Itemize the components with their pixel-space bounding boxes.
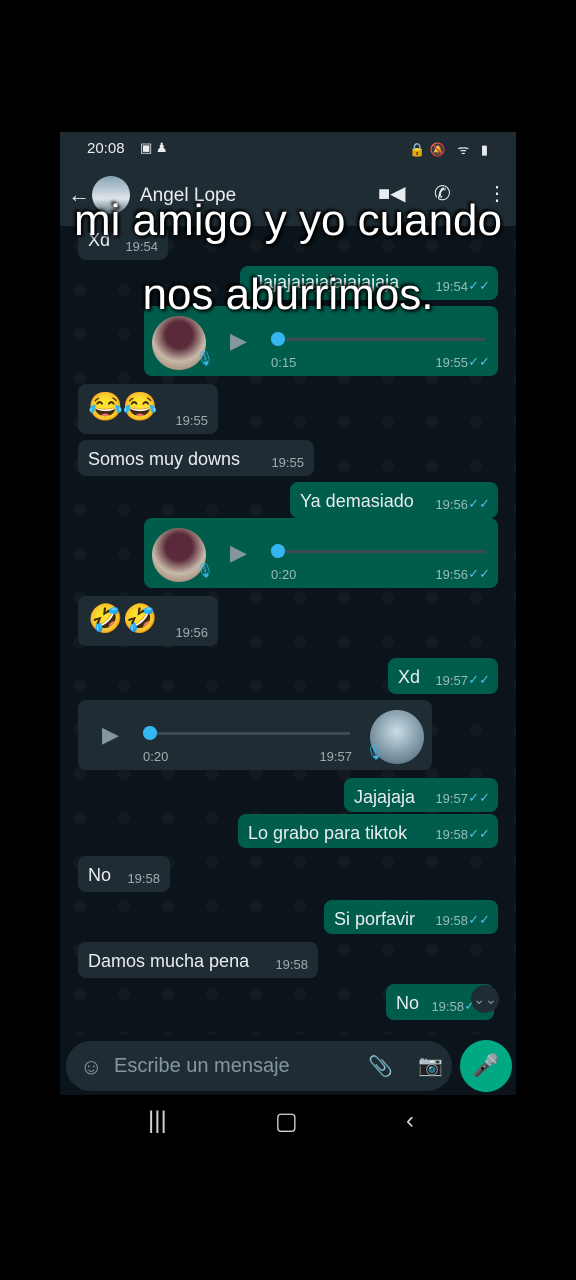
message-time: 19:55 (435, 355, 468, 370)
message-text: Lo grabo para tiktok (248, 823, 408, 843)
mic-icon: 🎙 (366, 744, 384, 760)
message-text: Xd (398, 667, 421, 687)
message-emoji: 😂😂 (88, 391, 158, 422)
message-incoming[interactable]: 🤣🤣 19:56 (78, 596, 218, 646)
message-emoji: 🤣🤣 (88, 603, 158, 634)
read-ticks-icon: ✓✓ (468, 826, 490, 841)
message-time: 19:58 (431, 999, 464, 1014)
message-incoming[interactable]: No 19:58 (78, 856, 170, 892)
recent-apps-icon[interactable]: ||| (148, 1107, 167, 1135)
voice-progress-track[interactable] (154, 732, 350, 735)
message-outgoing[interactable]: Jajajaja 19:57 ✓✓ (344, 778, 498, 812)
read-ticks-icon: ✓✓ (468, 566, 490, 581)
screen: 20:08 ▣ ♟ 🔒🔕 ᯤ ▮ ← Angel Lope ■◀ ✆ ⋮ Xd … (0, 0, 576, 1280)
play-icon[interactable]: ▶ (102, 722, 119, 748)
voice-progress-handle[interactable] (271, 332, 285, 346)
message-time: 19:57 (435, 673, 468, 688)
mic-icon: 🎙 (196, 350, 214, 366)
message-text: Jajajaja (354, 787, 416, 807)
message-time: 19:55 (175, 413, 208, 428)
scroll-down-icon[interactable]: ⌄⌄ (471, 985, 499, 1013)
voice-progress-track[interactable] (278, 338, 486, 341)
camera-icon[interactable]: 📷 (418, 1053, 443, 1078)
message-input-field[interactable]: ☺ 📎 📷 (66, 1041, 452, 1091)
voice-progress-track[interactable] (278, 550, 486, 553)
message-text: Damos mucha pena (88, 951, 250, 971)
message-outgoing[interactable]: Lo grabo para tiktok 19:58 ✓✓ (238, 814, 498, 848)
message-time: 19:58 (127, 871, 160, 886)
message-time: 19:58 (435, 827, 468, 842)
message-outgoing[interactable]: Xd 19:57 ✓✓ (388, 658, 498, 694)
message-time: 19:56 (175, 625, 208, 640)
voice-progress-handle[interactable] (143, 726, 157, 740)
back-nav-icon[interactable]: ‹ (406, 1107, 414, 1135)
message-incoming[interactable]: 😂😂 19:55 (78, 384, 218, 434)
message-time: 19:58 (275, 957, 308, 972)
message-time: 19:56 (435, 567, 468, 582)
message-outgoing[interactable]: Ya demasiado 19:56 ✓✓ (290, 482, 498, 518)
voice-record-button[interactable]: 🎤 (460, 1040, 512, 1092)
message-list[interactable]: Xd 19:54 Jajajajajajajajajaja 19:54 ✓✓ 🎙… (60, 226, 516, 1035)
play-icon[interactable]: ▶ (230, 328, 247, 354)
message-text: No (88, 865, 112, 885)
message-outgoing[interactable]: Si porfavir 19:58 ✓✓ (324, 900, 498, 934)
home-icon[interactable]: ▢ (275, 1107, 298, 1136)
emoji-icon[interactable]: ☺ (80, 1054, 102, 1080)
status-time: 20:08 (87, 140, 125, 157)
read-ticks-icon: ✓✓ (468, 912, 490, 927)
android-nav-bar: ||| ▢ ‹ (0, 1095, 576, 1155)
system-icons: 🔒🔕 ᯤ ▮ (409, 142, 492, 157)
voice-duration: 0:20 (143, 749, 169, 764)
voice-duration: 0:15 (271, 355, 297, 370)
message-text: No (396, 993, 420, 1013)
voice-duration: 0:20 (271, 567, 297, 582)
voice-message-incoming[interactable]: ▶ 0:20 19:57 🎙 (78, 700, 432, 770)
message-input[interactable] (114, 1051, 354, 1081)
voice-message-outgoing[interactable]: 🎙 ▶ 0:20 19:56 ✓✓ (144, 518, 498, 588)
message-time: 19:58 (435, 913, 468, 928)
voice-progress-handle[interactable] (271, 544, 285, 558)
message-time: 19:56 (435, 497, 468, 512)
message-incoming[interactable]: Somos muy downs 19:55 (78, 440, 314, 476)
message-text: Somos muy downs (88, 449, 241, 469)
read-ticks-icon: ✓✓ (468, 354, 490, 369)
mic-icon: 🎙 (196, 562, 214, 578)
message-text: Ya demasiado (300, 491, 414, 511)
meme-caption-line-1: mi amigo y yo cuando (74, 196, 502, 245)
message-composer: ☺ 📎 📷 🎤 (60, 1035, 516, 1095)
message-text: Si porfavir (334, 909, 416, 929)
read-ticks-icon: ✓✓ (468, 790, 490, 805)
message-time: 19:57 (319, 749, 352, 764)
message-incoming[interactable]: Damos mucha pena 19:58 (78, 942, 318, 978)
message-time: 19:57 (435, 791, 468, 806)
status-bar: 20:08 ▣ ♟ 🔒🔕 ᯤ ▮ (60, 132, 516, 164)
read-ticks-icon: ✓✓ (468, 496, 490, 511)
message-time: 19:55 (271, 455, 304, 470)
read-ticks-icon: ✓✓ (468, 672, 490, 687)
notification-icons: ▣ ♟ (140, 140, 168, 155)
attach-icon[interactable]: 📎 (368, 1054, 393, 1079)
play-icon[interactable]: ▶ (230, 540, 247, 566)
meme-caption-line-2: nos aburrimos. (142, 270, 434, 319)
